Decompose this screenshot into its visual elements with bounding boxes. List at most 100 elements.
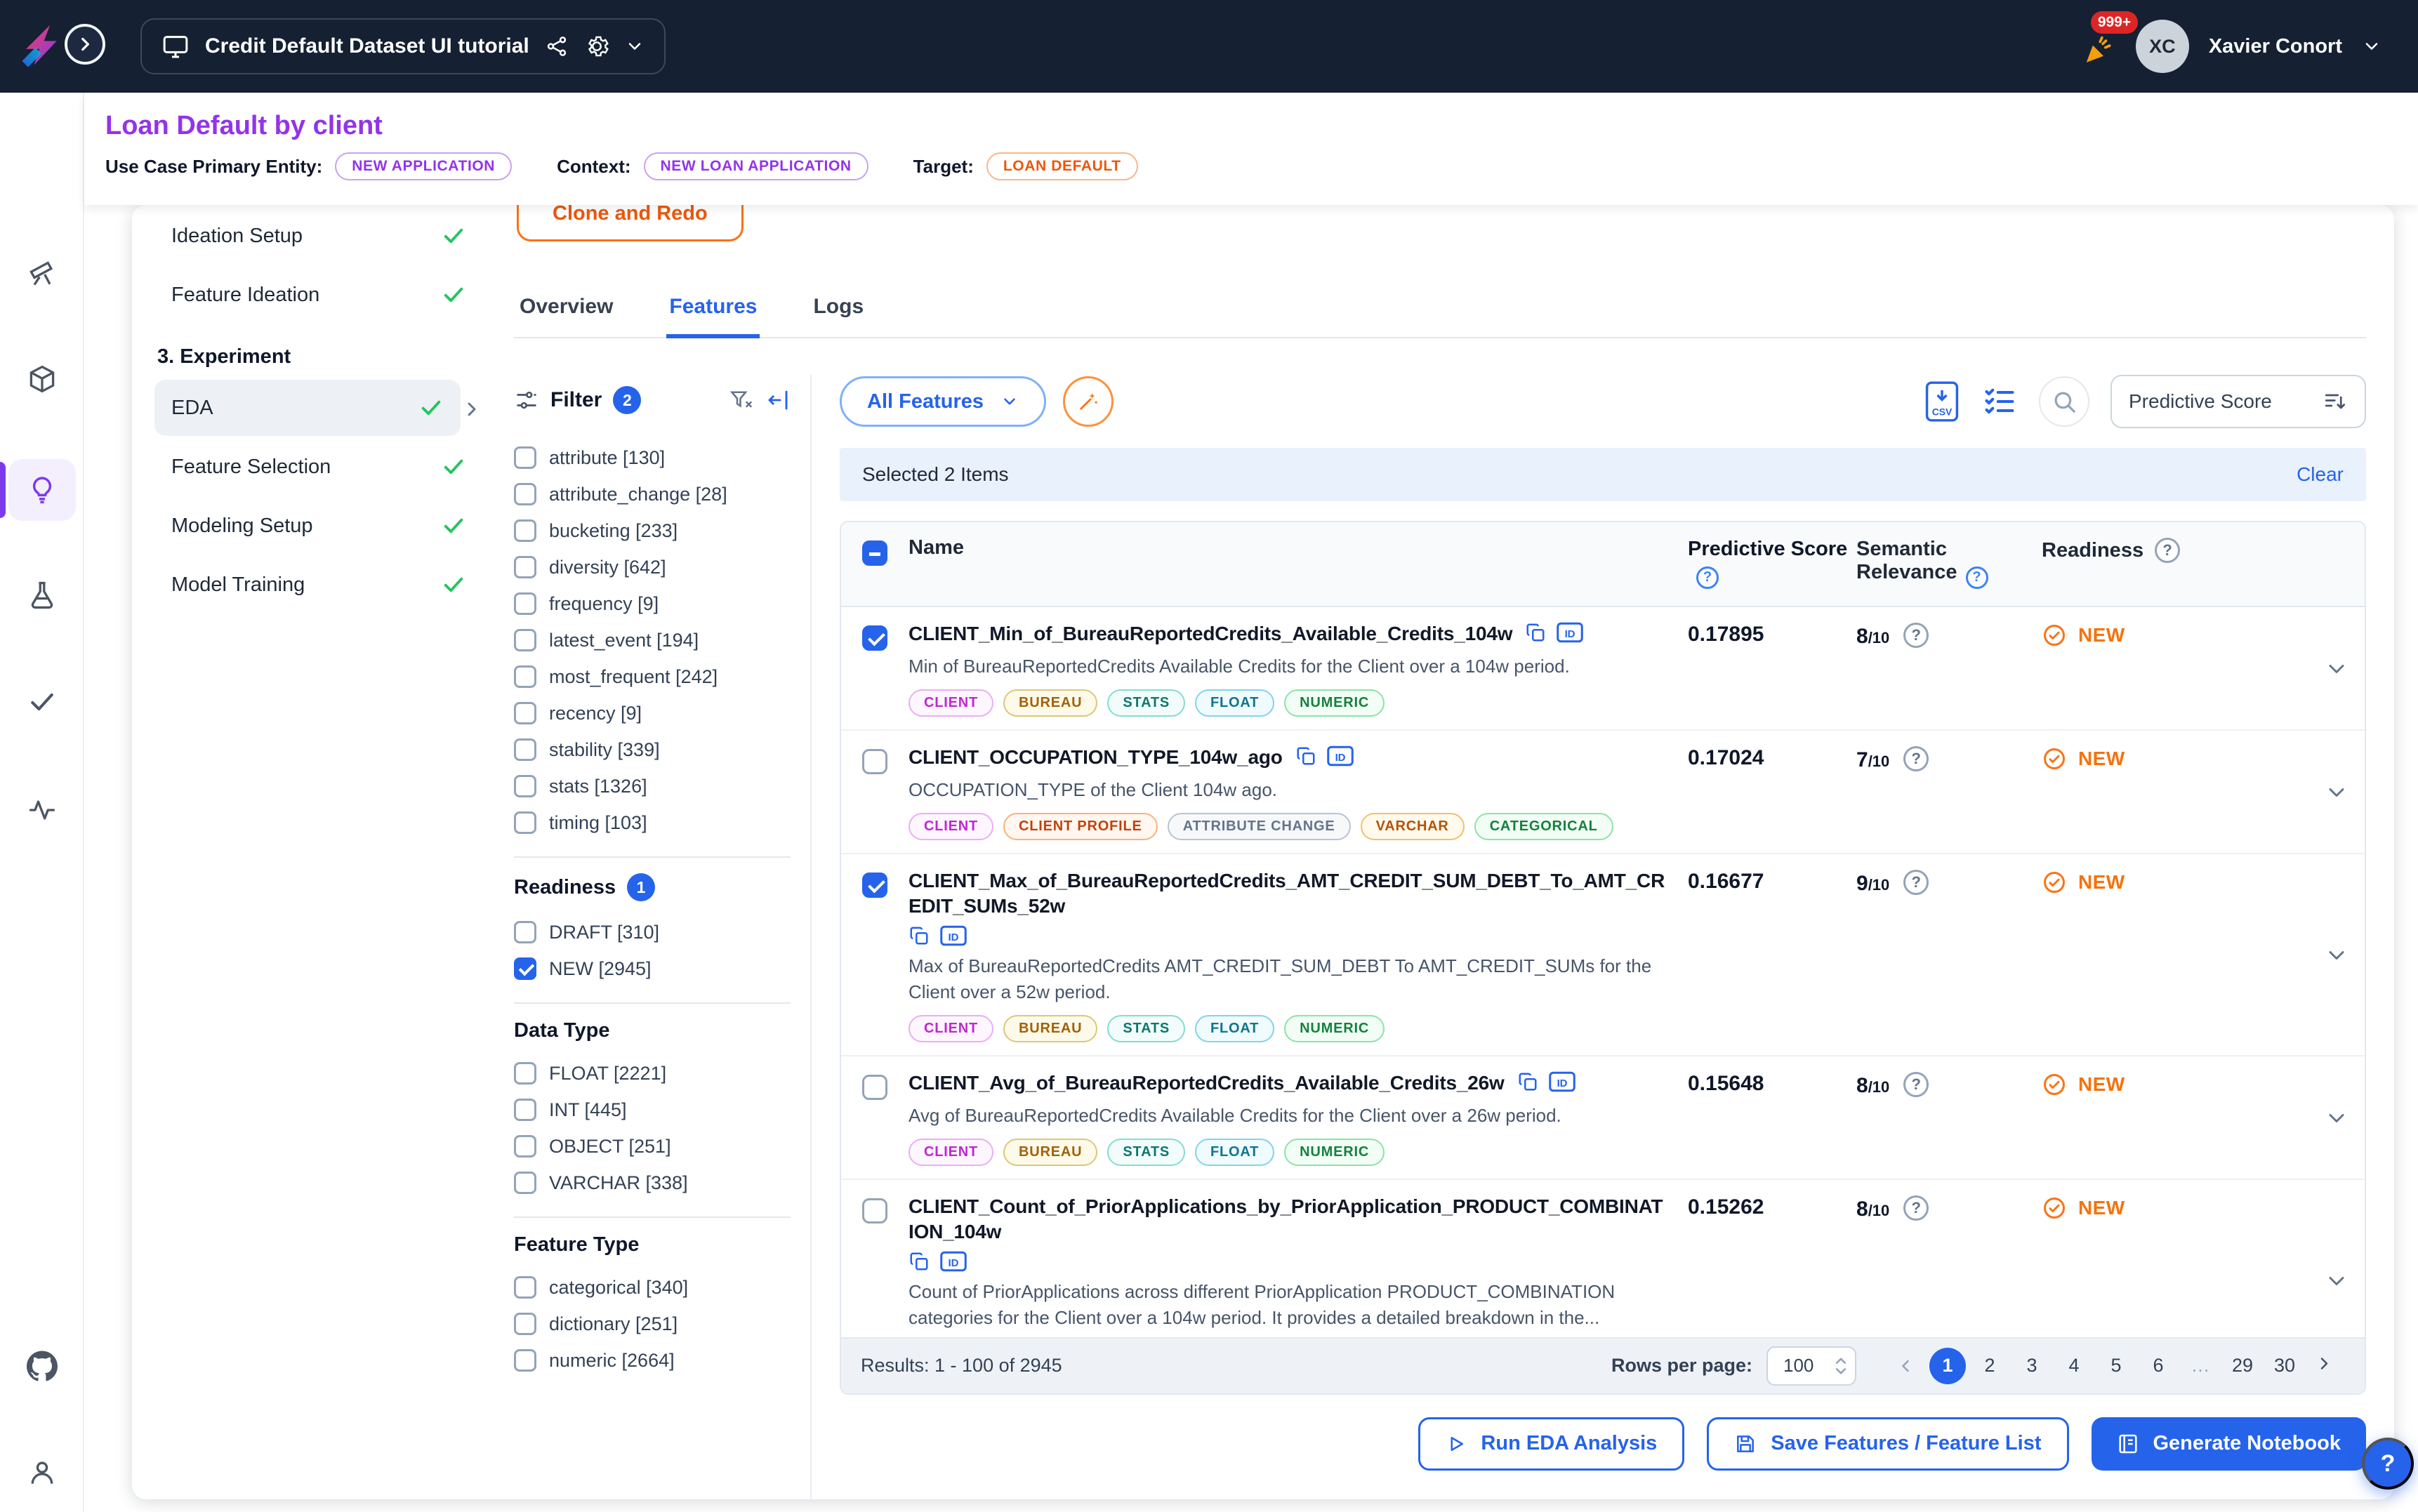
checkbox-icon[interactable] — [514, 592, 536, 615]
lightbulb-icon[interactable] — [27, 475, 58, 505]
page-button[interactable]: 6 — [2140, 1348, 2176, 1384]
page-button[interactable]: 1 — [1929, 1348, 1966, 1384]
expand-row-chevron-icon[interactable] — [2324, 943, 2349, 968]
row-checkbox-checked[interactable] — [862, 625, 887, 651]
sidenav-item-modeling-setup[interactable]: Modeling Setup — [154, 498, 483, 554]
copy-icon[interactable] — [909, 1251, 930, 1272]
expand-row-chevron-icon[interactable] — [2324, 1268, 2349, 1294]
filter-option[interactable]: numeric [2664] — [514, 1342, 791, 1379]
filter-option[interactable]: stability [339] — [514, 731, 791, 768]
expand-row-chevron-icon[interactable] — [2324, 656, 2349, 682]
sidenav-item-model-training[interactable]: Model Training — [154, 557, 483, 613]
help-button[interactable]: ? — [2362, 1438, 2414, 1490]
copy-icon[interactable] — [909, 925, 930, 946]
checkbox-icon[interactable] — [514, 1276, 536, 1299]
relevance-help-icon[interactable]: ? — [1903, 746, 1929, 771]
stepper-icon[interactable] — [1834, 1355, 1848, 1377]
select-all-checkbox[interactable] — [862, 541, 887, 566]
checkbox-checked-icon[interactable] — [514, 957, 536, 980]
info-icon[interactable]: ? — [1966, 566, 1988, 589]
page-button[interactable]: 3 — [2014, 1348, 2050, 1384]
filter-option[interactable]: attribute [130] — [514, 439, 791, 476]
next-page-button[interactable] — [2308, 1348, 2345, 1384]
filter-option[interactable]: attribute_change [28] — [514, 476, 791, 512]
magic-wand-button[interactable] — [1063, 376, 1114, 427]
filter-option[interactable]: recency [9] — [514, 695, 791, 731]
checklist-icon[interactable] — [1981, 383, 2018, 420]
flask-icon[interactable] — [27, 580, 58, 611]
checkbox-icon[interactable] — [514, 629, 536, 651]
filter-option[interactable]: frequency [9] — [514, 585, 791, 622]
id-badge-icon[interactable]: ID — [939, 925, 967, 946]
notifications-button[interactable]: 999+ — [2080, 24, 2116, 69]
id-badge-icon[interactable]: ID — [939, 1251, 967, 1272]
feature-row[interactable]: CLIENT_OCCUPATION_TYPE_104w_agoID OCCUPA… — [841, 731, 2365, 854]
page-button[interactable]: 4 — [2056, 1348, 2092, 1384]
save-features-button[interactable]: Save Features / Feature List — [1707, 1417, 2068, 1471]
feature-row[interactable]: CLIENT_Max_of_BureauReportedCredits_AMT_… — [841, 854, 2365, 1056]
search-button[interactable] — [2039, 376, 2089, 427]
sidenav-item-ideation-setup[interactable]: Ideation Setup — [154, 208, 483, 264]
checkbox-icon[interactable] — [514, 483, 536, 505]
gear-icon[interactable] — [584, 34, 609, 59]
filter-option-draft[interactable]: DRAFT [310] — [514, 914, 791, 950]
page-button[interactable]: 30 — [2266, 1348, 2303, 1384]
user-icon[interactable] — [27, 1457, 58, 1488]
filter-option[interactable]: categorical [340] — [514, 1269, 791, 1306]
filter-option[interactable]: diversity [642] — [514, 549, 791, 585]
prev-page-button[interactable] — [1887, 1348, 1924, 1384]
collapse-panel-icon[interactable] — [765, 387, 791, 413]
share-icon[interactable] — [545, 34, 569, 58]
id-badge-icon[interactable]: ID — [1326, 745, 1354, 767]
feature-row[interactable]: CLIENT_Avg_of_BureauReportedCredits_Avai… — [841, 1056, 2365, 1180]
copy-icon[interactable] — [1525, 622, 1546, 643]
check-icon[interactable] — [27, 687, 58, 717]
chevron-down-icon[interactable] — [625, 37, 645, 56]
copy-icon[interactable] — [1517, 1071, 1538, 1092]
clear-selection-link[interactable]: Clear — [2297, 463, 2344, 486]
checkbox-icon[interactable] — [514, 1135, 536, 1158]
relevance-help-icon[interactable]: ? — [1903, 623, 1929, 648]
filter-option[interactable]: INT [445] — [514, 1092, 791, 1128]
app-logo-icon[interactable] — [14, 20, 67, 73]
filter-option[interactable]: stats [1326] — [514, 768, 791, 804]
id-badge-icon[interactable]: ID — [1556, 622, 1584, 643]
row-checkbox[interactable] — [862, 1075, 887, 1100]
checkbox-icon[interactable] — [514, 1099, 536, 1121]
relevance-help-icon[interactable]: ? — [1903, 870, 1929, 895]
csv-download-icon[interactable]: CSV — [1924, 380, 1960, 423]
expand-nav-chevron-icon[interactable] — [461, 398, 483, 420]
feature-row[interactable]: CLIENT_Min_of_BureauReportedCredits_Avai… — [841, 607, 2365, 731]
generate-notebook-button[interactable]: Generate Notebook — [2092, 1417, 2367, 1471]
clear-filters-icon[interactable] — [729, 387, 754, 413]
activity-icon[interactable] — [27, 795, 58, 825]
telescope-icon[interactable] — [27, 258, 58, 289]
checkbox-icon[interactable] — [514, 1349, 536, 1372]
info-icon[interactable]: ? — [1696, 566, 1719, 589]
filter-option[interactable]: bucketing [233] — [514, 512, 791, 549]
checkbox-icon[interactable] — [514, 1062, 536, 1085]
checkbox-icon[interactable] — [514, 519, 536, 542]
checkbox-icon[interactable] — [514, 811, 536, 834]
row-checkbox[interactable] — [862, 1198, 887, 1223]
checkbox-icon[interactable] — [514, 775, 536, 797]
copy-icon[interactable] — [1295, 745, 1316, 767]
user-menu-chevron-icon[interactable] — [2362, 37, 2381, 56]
filter-option[interactable]: OBJECT [251] — [514, 1128, 791, 1165]
checkbox-icon[interactable] — [514, 702, 536, 724]
project-switcher[interactable]: Credit Default Dataset UI tutorial — [140, 18, 666, 74]
package-icon[interactable] — [27, 364, 58, 394]
row-checkbox-checked[interactable] — [862, 873, 887, 898]
id-badge-icon[interactable]: ID — [1548, 1071, 1576, 1092]
tab-overview[interactable]: Overview — [517, 284, 616, 338]
github-icon[interactable] — [27, 1351, 58, 1381]
page-button[interactable]: 2 — [1971, 1348, 2008, 1384]
row-checkbox[interactable] — [862, 749, 887, 774]
filter-option[interactable]: dictionary [251] — [514, 1306, 791, 1342]
rows-per-page-input[interactable] — [1781, 1353, 1828, 1378]
checkbox-icon[interactable] — [514, 446, 536, 469]
filter-option[interactable]: most_frequent [242] — [514, 658, 791, 695]
checkbox-icon[interactable] — [514, 665, 536, 688]
checkbox-icon[interactable] — [514, 1172, 536, 1194]
feature-row[interactable]: CLIENT_Count_of_PriorApplications_by_Pri… — [841, 1180, 2365, 1337]
